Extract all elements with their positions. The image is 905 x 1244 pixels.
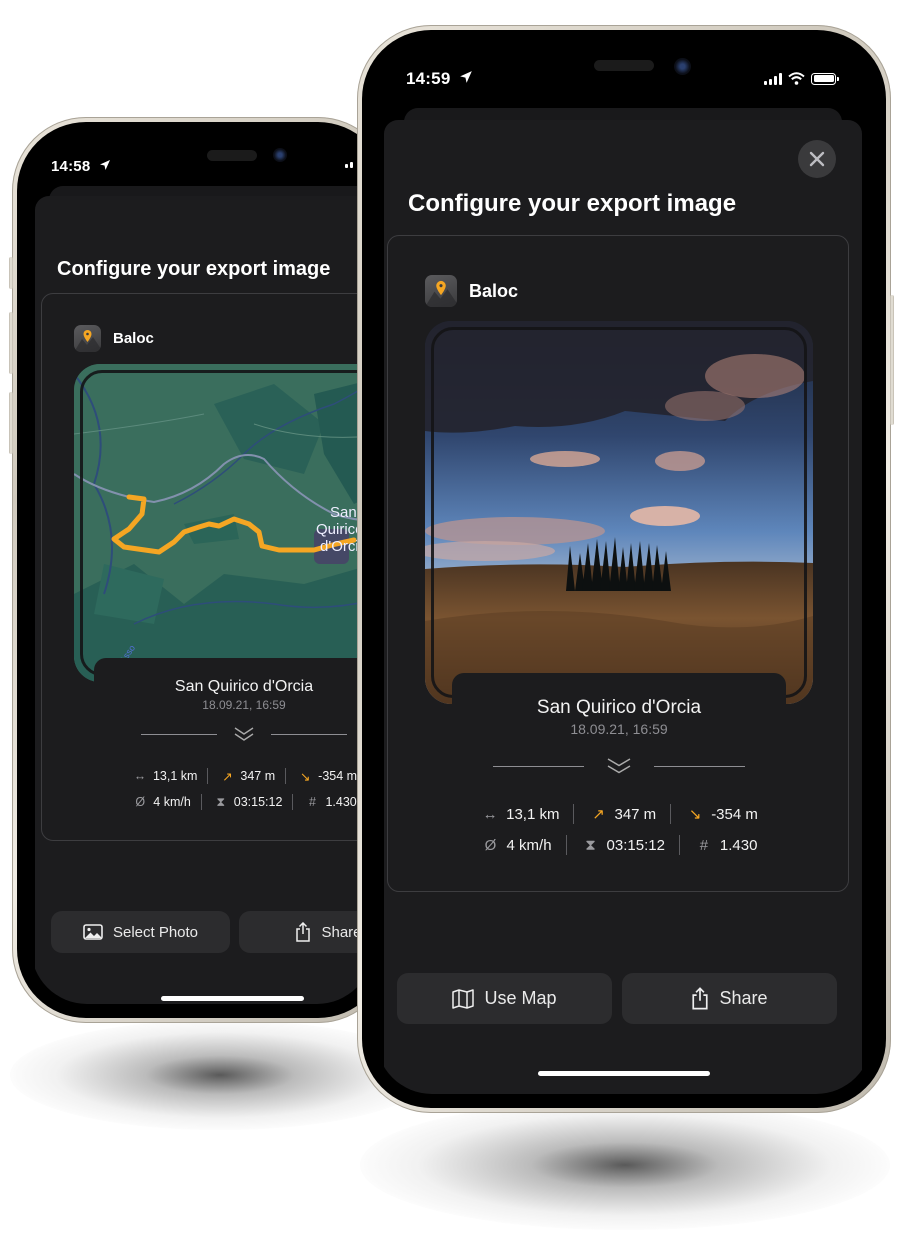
volume-up-button <box>9 312 13 374</box>
front-phone-screen: 14:59 Configure your export image Baloc … <box>376 44 872 1094</box>
stats-row-2: Ø4 km/h ⧗ 03:15:12 #1.430 <box>94 792 373 812</box>
stat-distance: ↔ 13,1 km <box>480 805 560 823</box>
share-icon <box>296 922 311 942</box>
stat-ascent: ↗ 347 m <box>218 769 275 784</box>
hash-icon: # <box>699 836 709 854</box>
sheet-title: Configure your export image <box>57 258 331 280</box>
app-name: Baloc <box>113 330 154 347</box>
volume-down-button <box>9 392 13 454</box>
photo-icon <box>83 924 103 940</box>
map-pin-icon <box>425 275 457 307</box>
battery-icon <box>811 72 839 85</box>
map-label-line1: San <box>330 504 357 521</box>
location-arrow-icon <box>99 160 110 170</box>
stat-avg-speed: Ø4 km/h <box>481 837 552 854</box>
photo-preview[interactable] <box>425 321 813 704</box>
signal-icon <box>345 162 353 168</box>
route-stats: ↔ 13,1 km ↗ 347 m ↘ -354 m Ø4 km/h ⧗ 03:15:1… <box>94 766 373 812</box>
stat-descent: ↘ -354 m <box>296 769 357 784</box>
stats-row-1: ↔ 13,1 km ↗ 347 m ↘ -354 m <box>94 766 373 786</box>
share-icon <box>692 987 709 1010</box>
stat-count: #1.430 <box>694 837 758 854</box>
signal-icon <box>764 72 782 85</box>
double-chevron-down-icon[interactable] <box>606 757 632 775</box>
descent-arrow-icon: ↘ <box>299 769 311 784</box>
share-button[interactable]: Share <box>622 973 837 1024</box>
average-speed-icon: Ø <box>135 795 146 809</box>
app-name: Baloc <box>469 280 519 301</box>
route-stats: ↔ 13,1 km ↗ 347 m ↘ -354 m Ø4 km/h ⧗ 03:15:1… <box>452 803 786 856</box>
expand-divider <box>94 726 373 742</box>
landscape-photo <box>425 321 813 704</box>
average-speed-icon: Ø <box>484 836 497 854</box>
use-map-button[interactable]: Use Map <box>397 973 612 1024</box>
wifi-icon <box>788 72 805 85</box>
front-phone: 14:59 Configure your export image Baloc … <box>357 25 894 1113</box>
stat-distance: ↔ 13,1 km <box>131 769 198 783</box>
export-config-sheet: Configure your export image Baloc San Qu… <box>35 196 373 1004</box>
brand-row: Baloc <box>425 275 518 307</box>
status-icons <box>764 72 839 85</box>
location-arrow-icon <box>460 71 473 83</box>
sheet-title: Configure your export image <box>408 190 737 217</box>
ascent-arrow-icon: ↗ <box>592 806 605 823</box>
hash-icon: # <box>308 795 316 809</box>
route-info-panel: San Quirico d'Orcia 18.09.21, 16:59 ↔ 13,… <box>94 658 373 838</box>
front-phone-shadow <box>360 1100 890 1230</box>
back-phone-screen: 14:58 Configure your export image Baloc … <box>31 136 373 1004</box>
stats-row-1: ↔ 13,1 km ↗ 347 m ↘ -354 m <box>452 803 786 825</box>
hourglass-icon: ⧗ <box>585 836 596 854</box>
home-indicator[interactable] <box>161 996 304 1001</box>
route-datetime: 18.09.21, 16:59 <box>570 721 668 737</box>
close-icon <box>809 151 825 167</box>
place-name: San Quirico d'Orcia <box>536 697 702 718</box>
status-icons <box>345 162 353 168</box>
back-phone: 14:58 Configure your export image Baloc … <box>9 117 392 1023</box>
hourglass-icon: ⧗ <box>216 794 226 809</box>
route-datetime: 18.09.21, 16:59 <box>202 698 286 712</box>
descent-arrow-icon: ↘ <box>688 806 702 823</box>
stat-ascent: ↗ 347 m <box>588 805 656 824</box>
export-config-sheet: Configure your export image Baloc San Qu… <box>384 120 862 1094</box>
export-preview-card: Baloc <box>387 235 849 892</box>
home-indicator[interactable] <box>538 1071 710 1076</box>
export-preview-card: Baloc <box>41 293 373 841</box>
stat-descent: ↘ -354 m <box>685 805 758 824</box>
front-camera <box>674 58 691 75</box>
speaker-grille <box>207 150 257 161</box>
stat-duration: ⧗ 03:15:12 <box>212 794 282 810</box>
status-time: 14:58 <box>51 158 111 175</box>
expand-divider <box>452 757 786 775</box>
brand-row: Baloc <box>74 325 154 352</box>
double-chevron-down-icon[interactable] <box>233 726 255 742</box>
map-preview[interactable]: San Quirico d'Orcia Asso <box>74 364 373 682</box>
place-name: San Quirico d'Orcia <box>174 678 314 695</box>
status-bar: 14:59 <box>376 44 872 104</box>
map-pin-icon <box>74 325 101 352</box>
map-icon <box>452 988 475 1009</box>
front-camera <box>273 148 287 162</box>
speaker-grille <box>594 60 654 71</box>
share-button[interactable]: Share <box>239 911 373 953</box>
map-illustration: San Quirico d'Orcia Asso <box>74 364 373 682</box>
distance-arrows-icon: ↔ <box>482 805 498 823</box>
stats-row-2: Ø4 km/h ⧗ 03:15:12 #1.430 <box>452 834 786 856</box>
status-time: 14:59 <box>406 69 473 89</box>
stat-duration: ⧗ 03:15:12 <box>581 837 665 854</box>
stat-avg-speed: Ø4 km/h <box>131 795 190 809</box>
close-button[interactable] <box>798 140 836 178</box>
stat-count: #1.430 <box>303 795 357 809</box>
ascent-arrow-icon: ↗ <box>222 769 233 784</box>
select-photo-button[interactable]: Select Photo <box>51 911 230 953</box>
route-info-panel: San Quirico d'Orcia 18.09.21, 16:59 ↔ 13,… <box>452 673 786 883</box>
distance-arrows-icon: ↔ <box>133 769 147 783</box>
power-button <box>890 295 894 425</box>
mute-switch <box>9 257 13 289</box>
